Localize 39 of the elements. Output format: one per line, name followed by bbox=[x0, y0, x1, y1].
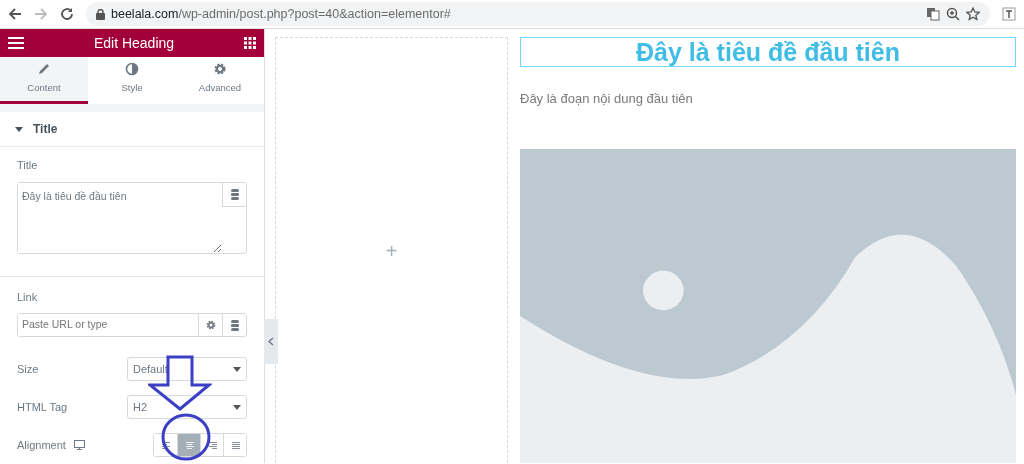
url-text: beelala.com/wp-admin/post.php?post=40&action=elementor# bbox=[111, 5, 451, 23]
align-center-icon bbox=[184, 441, 194, 449]
panel-tab[interactable]: Content bbox=[0, 57, 88, 104]
translate-icon[interactable] bbox=[926, 7, 940, 21]
align-justify-icon bbox=[230, 441, 240, 449]
panel-title: Edit Heading bbox=[93, 33, 175, 53]
field-label: Title bbox=[17, 158, 39, 173]
annotation-circle bbox=[161, 413, 211, 461]
align-right-icon bbox=[207, 441, 217, 449]
caret-icon bbox=[233, 404, 241, 410]
link-field[interactable]: Paste URL or type bbox=[17, 313, 247, 337]
field-label: Link bbox=[17, 289, 39, 305]
desktop-icon[interactable] bbox=[73, 440, 85, 450]
extension-icon[interactable] bbox=[1002, 7, 1016, 21]
settings-icon[interactable] bbox=[205, 320, 216, 330]
reload-icon[interactable] bbox=[60, 7, 74, 21]
html-tag-select[interactable]: H2 bbox=[127, 395, 247, 419]
field-label: HTML Tag bbox=[17, 399, 68, 415]
database-icon[interactable] bbox=[230, 188, 239, 200]
align-left-icon bbox=[161, 441, 170, 449]
panel-toggle[interactable] bbox=[264, 319, 278, 364]
chevron-left-icon bbox=[268, 337, 274, 346]
zoom-icon[interactable] bbox=[946, 7, 960, 21]
star-icon[interactable] bbox=[966, 7, 980, 21]
contrast-icon bbox=[125, 62, 139, 77]
menu-icon[interactable] bbox=[8, 37, 24, 50]
field-label: Alignment bbox=[17, 437, 66, 453]
settings-icon bbox=[213, 62, 227, 77]
caret-icon bbox=[233, 366, 241, 372]
back-icon[interactable] bbox=[8, 7, 22, 21]
grid-icon[interactable] bbox=[244, 37, 256, 50]
lock-icon bbox=[96, 8, 105, 20]
caret-icon bbox=[15, 126, 23, 132]
address-bar[interactable]: beelala.com/wp-admin/post.php?post=40&action=elementor# bbox=[86, 2, 990, 26]
field-label: Size bbox=[17, 361, 39, 377]
database-icon[interactable] bbox=[230, 319, 239, 331]
paragraph-text: Đây là đoạn nội dung đầu tiên bbox=[520, 90, 694, 108]
title-field[interactable]: Đây là tiêu đề đầu tiên bbox=[17, 181, 247, 254]
pencil-icon bbox=[37, 62, 51, 77]
